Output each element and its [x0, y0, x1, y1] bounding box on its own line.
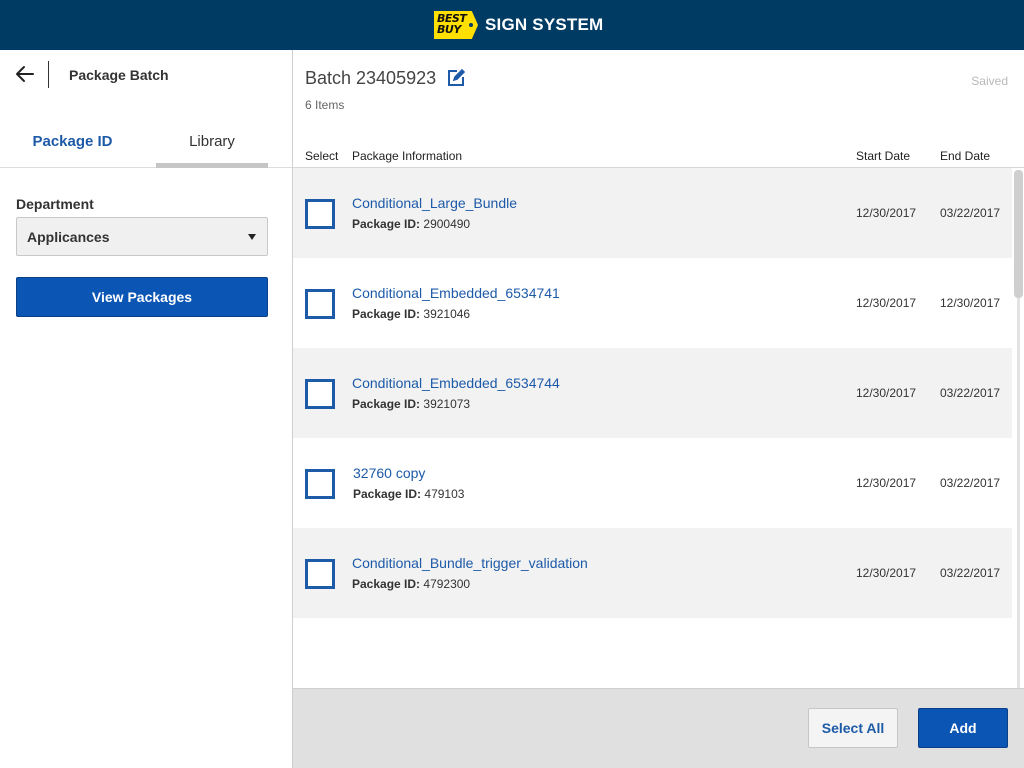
package-name-link[interactable]: Conditional_Bundle_trigger_validation	[352, 555, 588, 571]
top-bar: BEST BUY SIGN SYSTEM	[0, 0, 1024, 50]
end-date: 12/30/2017	[940, 296, 1001, 310]
row-checkbox[interactable]	[305, 559, 335, 589]
package-id-value: 4792300	[423, 577, 471, 591]
package-id: Package ID: 4792300	[352, 577, 470, 591]
item-count: 6 Items	[305, 98, 345, 112]
department-select[interactable]: Applicances	[16, 217, 268, 256]
start-date: 12/30/2017	[856, 296, 917, 310]
package-name-link[interactable]: 32760 copy	[353, 465, 425, 481]
package-id-label: Package ID:	[352, 307, 421, 321]
row-checkbox[interactable]	[305, 379, 335, 409]
row-checkbox[interactable]	[305, 289, 335, 319]
column-header-package-info: Package Information	[352, 149, 463, 163]
table-row: Conditional_Large_Bundle Package ID: 290…	[293, 168, 1012, 258]
arrow-left-icon[interactable]	[15, 64, 35, 84]
row-checkbox[interactable]	[305, 469, 335, 499]
package-id-value: 3921073	[423, 397, 471, 411]
best-buy-logo: BEST BUY	[434, 11, 478, 39]
package-id: Package ID: 3921073	[352, 397, 470, 411]
column-header-end-date: End Date	[940, 149, 991, 163]
package-id: Package ID: 3921046	[352, 307, 470, 321]
end-date: 03/22/2017	[940, 206, 1001, 220]
tab-library[interactable]: Library	[156, 122, 268, 168]
department-label: Department	[16, 196, 94, 212]
table-row: Conditional_Bundle_trigger_validation Pa…	[293, 528, 1012, 618]
caret-down-icon	[248, 234, 256, 240]
package-id-value: 3921046	[423, 307, 471, 321]
add-button[interactable]: Add	[918, 708, 1008, 748]
panel-title: Package Batch	[69, 67, 169, 83]
package-list: Conditional_Large_Bundle Package ID: 290…	[293, 168, 1012, 688]
package-id-value: 2900490	[423, 217, 471, 231]
package-name-link[interactable]: Conditional_Embedded_6534744	[352, 375, 560, 391]
package-id-value: 479103	[424, 487, 465, 501]
start-date: 12/30/2017	[856, 386, 917, 400]
edit-icon[interactable]	[446, 68, 466, 88]
column-header-start-date: Start Date	[856, 149, 911, 163]
package-id: Package ID: 2900490	[352, 217, 470, 231]
start-date: 12/30/2017	[856, 206, 917, 220]
batch-title: Batch 23405923	[305, 68, 437, 88]
tab-package-id[interactable]: Package ID	[0, 122, 145, 168]
table-row: Conditional_Embedded_6534744 Package ID:…	[293, 348, 1012, 438]
select-all-button[interactable]: Select All	[808, 708, 898, 748]
row-checkbox[interactable]	[305, 199, 335, 229]
package-id-label: Package ID:	[352, 217, 421, 231]
end-date: 03/22/2017	[940, 566, 1001, 580]
header-separator	[48, 61, 49, 88]
end-date: 03/22/2017	[940, 386, 1001, 400]
tab-bar: Package ID Library	[0, 122, 292, 168]
department-value: Applicances	[27, 229, 110, 245]
saved-status: Saived	[971, 74, 1008, 88]
package-id: Package ID: 479103	[353, 487, 464, 501]
end-date: 03/22/2017	[940, 476, 1001, 490]
scrollbar-thumb[interactable]	[1014, 170, 1023, 298]
app-title: SIGN SYSTEM	[485, 15, 604, 34]
table-row: Conditional_Embedded_6534741 Package ID:…	[293, 258, 1012, 348]
view-packages-button[interactable]: View Packages	[16, 277, 268, 317]
start-date: 12/30/2017	[856, 566, 917, 580]
column-header-select: Select	[305, 149, 339, 163]
package-name-link[interactable]: Conditional_Embedded_6534741	[352, 285, 560, 301]
action-footer	[293, 688, 1024, 768]
logo-tag-hole	[469, 23, 473, 27]
table-row: 32760 copy Package ID: 479103 12/30/2017…	[293, 438, 1012, 528]
package-id-label: Package ID:	[353, 487, 422, 501]
package-name-link[interactable]: Conditional_Large_Bundle	[352, 195, 517, 211]
package-id-label: Package ID:	[352, 397, 421, 411]
logo-line-2: BUY	[437, 23, 461, 36]
package-id-label: Package ID:	[352, 577, 421, 591]
start-date: 12/30/2017	[856, 476, 917, 490]
